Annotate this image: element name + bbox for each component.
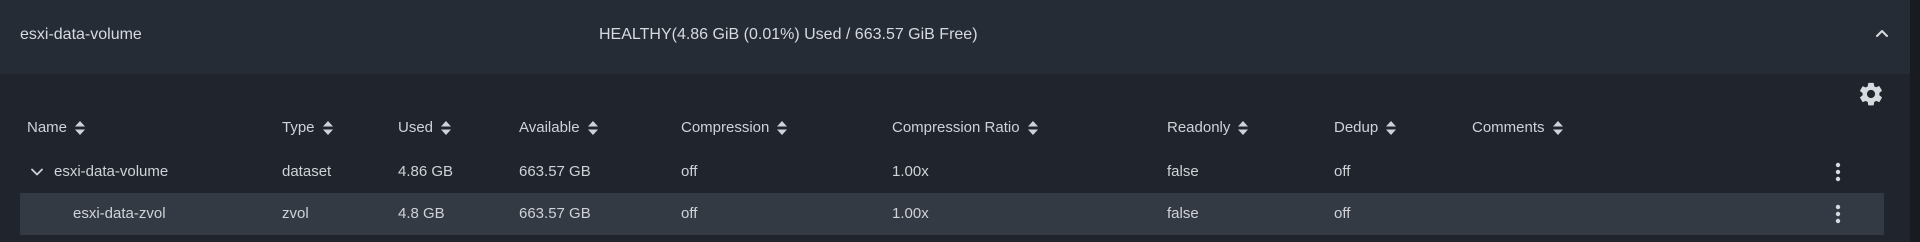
dataset-available: 663.57 GB [519,163,591,180]
column-header-name[interactable]: Name [27,119,86,136]
dataset-type: zvol [282,205,309,222]
column-header-used[interactable]: Used [398,119,452,136]
chevron-up-icon[interactable] [1870,22,1894,46]
sort-icon [1552,120,1563,135]
dataset-name: esxi-data-volume [54,163,169,180]
dataset-dedup: off [1334,205,1351,222]
more-vertical-icon[interactable] [1831,159,1845,185]
sort-icon [587,120,598,135]
scrollbar-track [1910,0,1920,242]
pool-status: HEALTHY(4.86 GiB (0.01%) Used / 663.57 G… [599,26,978,43]
dataset-used: 4.8 GB [398,205,445,222]
dataset-compression: off [681,205,698,222]
table-header: Name Type Used Available Compression Com… [0,114,1910,144]
dataset-readonly: false [1167,163,1199,180]
column-header-dedup[interactable]: Dedup [1334,119,1397,136]
sort-icon [322,120,333,135]
column-header-comments[interactable]: Comments [1472,119,1563,136]
pool-header[interactable]: esxi-data-volume HEALTHY(4.86 GiB (0.01%… [0,0,1910,74]
sort-icon [777,120,788,135]
sort-icon [75,120,86,135]
dataset-compression-ratio: 1.00x [892,163,929,180]
dataset-compression: off [681,163,698,180]
pool-panel: esxi-data-volume HEALTHY(4.86 GiB (0.01%… [0,0,1910,242]
table-row[interactable]: esxi-data-volume dataset 4.86 GB 663.57 … [20,151,1884,193]
sort-icon [1238,120,1249,135]
table-row[interactable]: esxi-data-zvol zvol 4.8 GB 663.57 GB off… [20,193,1884,235]
dataset-available: 663.57 GB [519,205,591,222]
column-header-compression[interactable]: Compression [681,119,788,136]
gear-icon[interactable] [1857,80,1885,108]
dataset-type: dataset [282,163,332,180]
dataset-readonly: false [1167,205,1199,222]
more-vertical-icon[interactable] [1831,201,1845,227]
dataset-dedup: off [1334,163,1351,180]
dataset-compression-ratio: 1.00x [892,205,929,222]
column-header-compression-ratio[interactable]: Compression Ratio [892,119,1038,136]
sort-icon [1027,120,1038,135]
sort-icon [441,120,452,135]
dataset-used: 4.86 GB [398,163,454,180]
column-header-available[interactable]: Available [519,119,598,136]
column-header-readonly[interactable]: Readonly [1167,119,1249,136]
pool-name: esxi-data-volume [20,26,142,43]
column-header-type[interactable]: Type [282,119,333,136]
chevron-down-icon[interactable] [30,165,44,179]
dataset-name: esxi-data-zvol [73,205,166,222]
sort-icon [1386,120,1397,135]
